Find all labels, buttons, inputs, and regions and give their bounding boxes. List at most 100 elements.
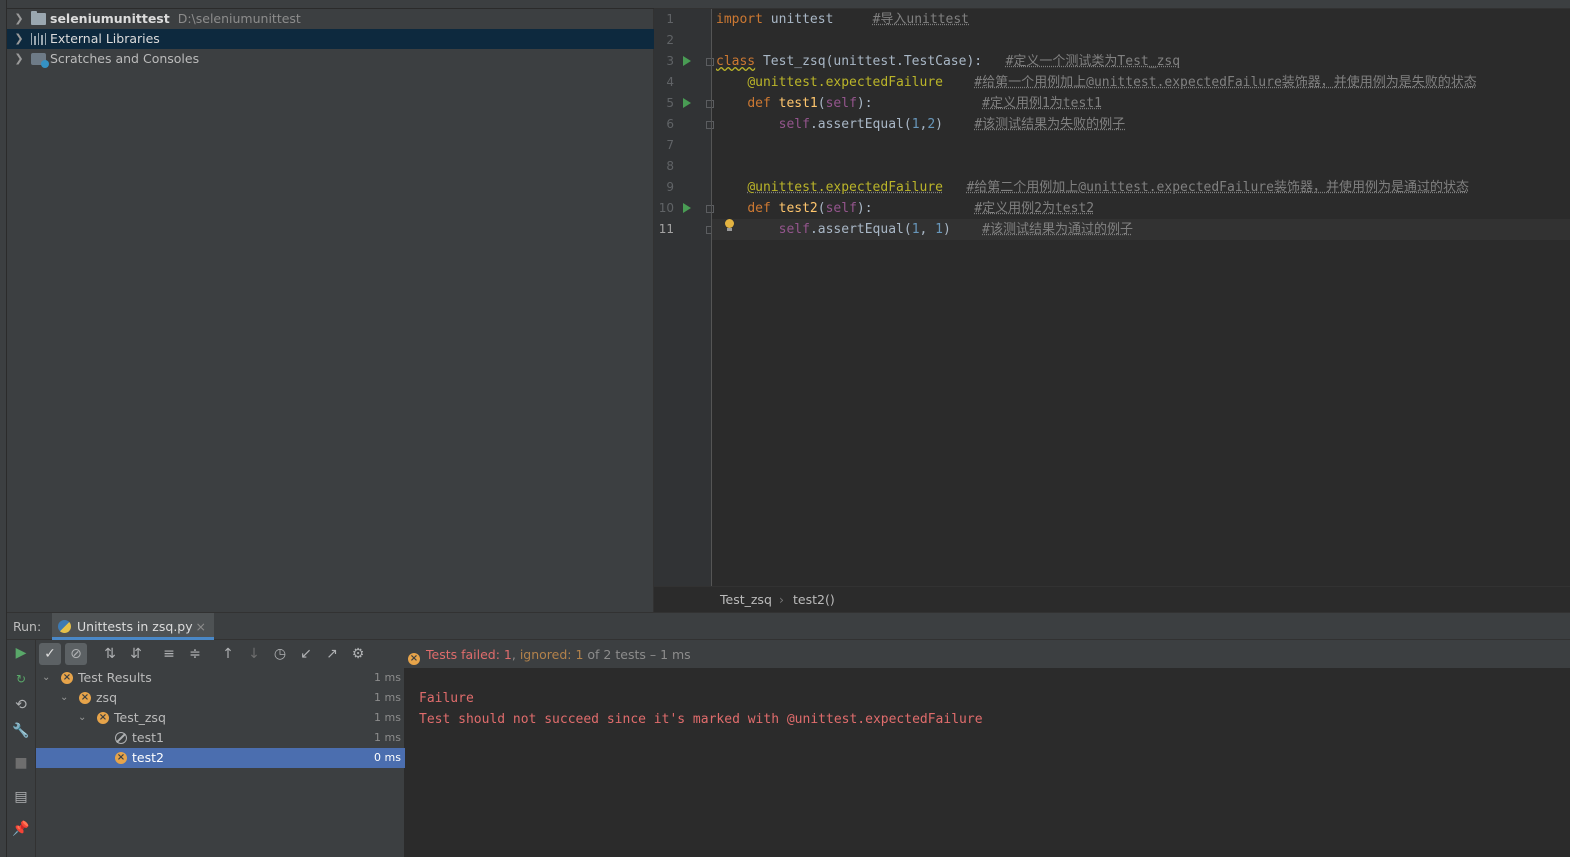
test-node-test1[interactable]: test1 1 ms	[36, 728, 405, 748]
run-side-toolbar: ▶ ↻ ⟲ 🔧 ■ ▤ 📌	[7, 640, 36, 857]
project-name: seleniumunittest	[50, 11, 170, 26]
line-number: 3	[666, 54, 674, 68]
test-time: 1 ms	[374, 691, 401, 704]
test-node-label: Test Results	[78, 670, 152, 685]
code-line-3: class Test_zsq(unittest.TestCase): #定义一个…	[716, 54, 1181, 69]
breadcrumb-separator-icon: ›	[779, 592, 784, 607]
tool-window-strip	[0, 0, 7, 857]
folder-icon	[31, 11, 46, 25]
show-passed-icon[interactable]: ✓	[39, 643, 61, 665]
chevron-right-icon[interactable]: ❯	[14, 9, 24, 29]
ignored-icon	[115, 732, 127, 744]
import-tests-icon[interactable]: ↙	[295, 643, 317, 665]
code-line-9: @unittest.expectedFailure #给第二个用例加上@unit…	[747, 180, 1469, 195]
code-line-11: self.assertEqual(1, 1) #该测试结果为通过的例子	[778, 222, 1133, 237]
error-icon: ×	[79, 692, 91, 704]
run-tab[interactable]: Unittests in zsq.py ×	[52, 613, 214, 640]
test-node-label: zsq	[96, 690, 118, 705]
test-time: 1 ms	[374, 671, 401, 684]
test-status: × Tests failed: 1, ignored: 1 of 2 tests …	[408, 647, 691, 665]
test-node-class[interactable]: ⌄ × Test_zsq 1 ms	[36, 708, 405, 728]
run-test-icon[interactable]	[683, 98, 691, 108]
toggle-auto-test-icon[interactable]: ⟲	[10, 694, 32, 716]
code-line-4: @unittest.expectedFailure #给第一个用例加上@unit…	[747, 75, 1477, 90]
editor-tab-bar[interactable]	[654, 0, 1570, 9]
expand-all-icon[interactable]: ≡	[158, 643, 180, 665]
line-number: 8	[666, 159, 674, 173]
library-icon	[31, 33, 47, 45]
project-item-label: Scratches and Consoles	[50, 51, 200, 66]
show-ignored-icon[interactable]: ⊘	[65, 643, 87, 665]
collapse-all-icon[interactable]: ≑	[184, 643, 206, 665]
breadcrumb: Test_zsq › test2()	[654, 586, 1570, 612]
ignored-count: ignored: 1	[519, 647, 584, 662]
chevron-down-icon[interactable]: ⌄	[78, 708, 86, 728]
gear-icon[interactable]: ⚙	[347, 643, 369, 665]
gutter-separator	[711, 9, 712, 586]
test-node-zsq[interactable]: ⌄ × zsq 1 ms	[36, 688, 405, 708]
test-time: 0 ms	[374, 751, 401, 764]
line-number: 1	[666, 12, 674, 26]
project-path: D:\seleniumunittest	[177, 11, 301, 26]
test-time: 1 ms	[374, 711, 401, 724]
project-item-root[interactable]: ❯ seleniumunittest D:\seleniumunittest	[7, 9, 654, 29]
error-icon: ×	[61, 672, 73, 684]
line-number: 4	[666, 75, 674, 89]
line-number: 10	[658, 201, 674, 215]
error-icon: ×	[97, 712, 109, 724]
run-tab-label: Unittests in zsq.py	[77, 619, 193, 634]
breadcrumb-item[interactable]: Test_zsq	[720, 587, 772, 613]
line-number: 6	[666, 117, 674, 131]
chevron-down-icon[interactable]: ⌄	[60, 688, 68, 708]
fold-icon[interactable]	[706, 100, 714, 108]
run-test-icon[interactable]	[683, 203, 691, 213]
run-label: Run:	[13, 619, 42, 634]
project-item-external-libraries[interactable]: ❯ External Libraries	[7, 29, 654, 49]
arrow-up-icon[interactable]: ↑	[217, 643, 239, 665]
console-output[interactable]: Failure Test should not succeed since it…	[405, 668, 1570, 857]
test-node-label: test1	[132, 730, 164, 745]
fold-icon[interactable]	[706, 121, 714, 129]
close-icon[interactable]: ×	[196, 613, 206, 640]
chevron-right-icon[interactable]: ❯	[14, 49, 24, 69]
export-tests-icon[interactable]: ↗	[321, 643, 343, 665]
error-icon: ×	[115, 752, 127, 764]
test-node-test2[interactable]: × test2 0 ms	[36, 748, 405, 768]
project-panel: ❯ seleniumunittest D:\seleniumunittest ❯…	[7, 0, 654, 612]
stop-icon[interactable]: ■	[10, 752, 32, 774]
error-icon: ×	[408, 653, 420, 665]
history-icon[interactable]: ◷	[269, 643, 291, 665]
test-results-tree[interactable]: ⌄ × Test Results 1 ms ⌄ × zsq 1 ms ⌄ × T…	[36, 668, 405, 857]
wrench-icon[interactable]: 🔧	[10, 720, 32, 742]
code-line-10: def test2(self): #定义用例2为test2	[747, 201, 1095, 216]
pin-icon[interactable]: 📌	[10, 818, 32, 840]
line-number: 7	[666, 138, 674, 152]
chevron-down-icon[interactable]: ⌄	[42, 668, 50, 688]
editor-gutter[interactable]: 1 2 3 4 5 6 7 8 9 10 11	[654, 9, 714, 586]
project-header	[7, 0, 654, 9]
rerun-failed-icon[interactable]: ↻	[10, 668, 32, 690]
layout-icon[interactable]: ▤	[10, 786, 32, 808]
chevron-right-icon[interactable]: ❯	[14, 29, 24, 49]
fold-icon[interactable]	[706, 205, 714, 213]
run-class-icon[interactable]	[683, 56, 691, 66]
sort-alpha-icon[interactable]: ⇅	[99, 643, 121, 665]
console-line: Failure	[419, 691, 474, 706]
test-node-results[interactable]: ⌄ × Test Results 1 ms	[36, 668, 405, 688]
code-line-6: self.assertEqual(1,2) #该测试结果为失败的例子	[778, 117, 1126, 132]
project-item-scratches[interactable]: ❯ Scratches and Consoles	[7, 49, 654, 69]
arrow-down-icon[interactable]: ↓	[243, 643, 265, 665]
sort-duration-icon[interactable]: ⇵	[125, 643, 147, 665]
test-time: 1 ms	[374, 731, 401, 744]
rerun-icon[interactable]: ▶	[10, 642, 32, 664]
project-item-label: External Libraries	[50, 31, 160, 46]
fold-icon[interactable]	[706, 58, 714, 66]
scratch-icon	[31, 53, 49, 68]
test-node-label: test2	[132, 750, 164, 765]
breadcrumb-item[interactable]: test2()	[793, 587, 835, 613]
python-test-icon	[58, 620, 71, 633]
code-editor[interactable]: 1 2 3 4 5 6 7 8 9 10 11 import unittest …	[654, 0, 1570, 612]
test-node-label: Test_zsq	[114, 710, 166, 725]
line-number: 9	[666, 180, 674, 194]
code-line-5: def test1(self): #定义用例1为test1	[747, 96, 1102, 111]
